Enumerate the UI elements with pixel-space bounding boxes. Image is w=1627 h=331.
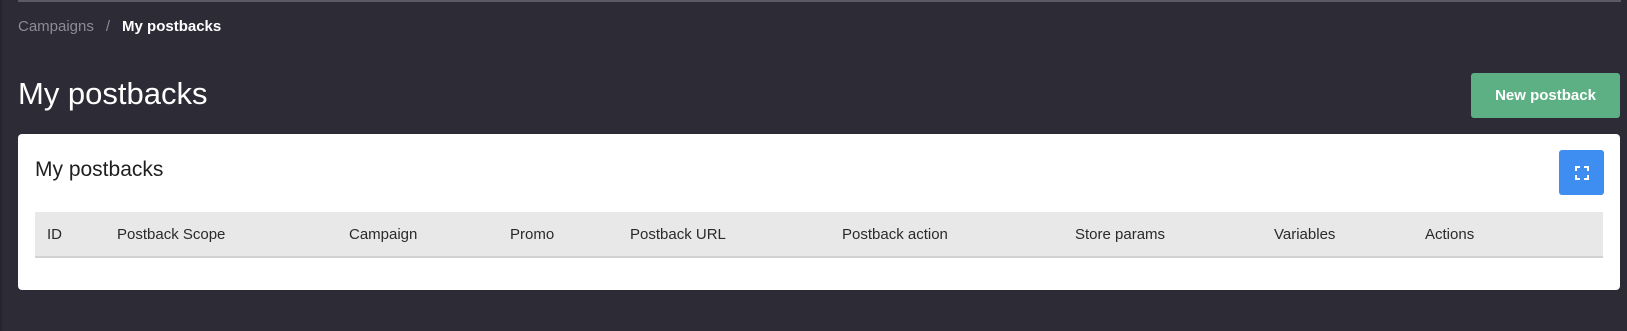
column-header-postback-scope[interactable]: Postback Scope	[105, 212, 337, 258]
page-title: My postbacks	[18, 76, 208, 111]
page-left-edge	[0, 0, 2, 331]
column-header-postback-url[interactable]: Postback URL	[618, 212, 830, 258]
table-header-row: ID Postback Scope Campaign Promo Postbac…	[35, 212, 1603, 258]
column-header-promo[interactable]: Promo	[498, 212, 618, 258]
card-title: My postbacks	[35, 158, 164, 181]
column-header-postback-action[interactable]: Postback action	[830, 212, 1063, 258]
fullscreen-button[interactable]	[1559, 150, 1604, 195]
column-header-variables[interactable]: Variables	[1262, 212, 1413, 258]
breadcrumb: Campaigns / My postbacks	[18, 18, 221, 35]
postbacks-table: ID Postback Scope Campaign Promo Postbac…	[35, 212, 1603, 258]
breadcrumb-current: My postbacks	[122, 18, 222, 35]
top-divider	[18, 0, 1621, 2]
fullscreen-expand-icon	[1574, 165, 1589, 180]
breadcrumb-link-campaigns[interactable]: Campaigns	[18, 18, 94, 35]
column-header-id[interactable]: ID	[35, 212, 105, 258]
postbacks-card: My postbacks ID Postback Scope Campaign …	[18, 134, 1620, 290]
column-header-campaign[interactable]: Campaign	[337, 212, 498, 258]
column-header-store-params[interactable]: Store params	[1063, 212, 1262, 258]
new-postback-button[interactable]: New postback	[1471, 73, 1620, 118]
breadcrumb-separator: /	[105, 18, 111, 35]
column-header-actions: Actions	[1413, 212, 1603, 258]
